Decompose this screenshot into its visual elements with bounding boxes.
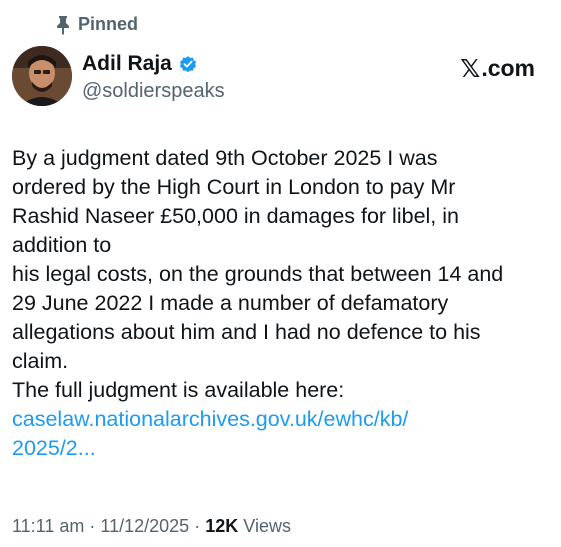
tweet-card: Pinned Adil Raja @soldierspeaks 𝕏 .com B…	[0, 0, 561, 547]
pinned-label: Pinned	[78, 14, 139, 34]
meta-separator: ·	[194, 516, 201, 536]
avatar[interactable]	[12, 46, 72, 106]
body-line: addition to	[12, 233, 112, 257]
meta-separator: ·	[89, 516, 96, 536]
source-watermark: 𝕏 .com	[460, 54, 535, 83]
body-line: The full judgment is available here:	[12, 378, 345, 402]
judgment-link[interactable]: caselaw.nationalarchives.gov.uk/ewhc/kb/…	[12, 405, 552, 463]
body-line: 29 June 2022 I made a number of defamato…	[12, 291, 449, 315]
body-line: By a judgment dated 9th October 2025 I w…	[12, 146, 438, 170]
x-logo-icon: 𝕏	[460, 54, 481, 83]
pin-icon	[57, 15, 69, 35]
tweet-time[interactable]: 11:11 am	[12, 516, 84, 536]
views-label: Views	[243, 516, 291, 536]
tweet-date[interactable]: 11/12/2025	[100, 516, 189, 536]
body-line: allegations about him and I had no defen…	[12, 320, 481, 344]
source-label: .com	[481, 55, 535, 81]
author-block: Adil Raja @soldierspeaks	[82, 52, 225, 103]
body-line: his legal costs, on the grounds that bet…	[12, 262, 504, 286]
author-display-name[interactable]: Adil Raja	[82, 52, 172, 76]
link-line[interactable]: caselaw.nationalarchives.gov.uk/ewhc/kb/	[12, 405, 552, 434]
tweet-meta: 11:11 am · 11/12/2025 · 12K Views	[12, 516, 291, 537]
verified-badge-icon[interactable]	[178, 54, 198, 74]
body-line: Rashid Naseer £50,000 in damages for lib…	[12, 204, 459, 228]
body-line: claim.	[12, 349, 69, 373]
pinned-indicator: Pinned	[56, 14, 138, 35]
body-line: ordered by the High Court in London to p…	[12, 175, 456, 199]
avatar-image	[12, 46, 72, 106]
author-handle[interactable]: @soldierspeaks	[82, 80, 225, 103]
views-count: 12K	[205, 516, 239, 536]
link-line[interactable]: 2025/2...	[12, 434, 552, 463]
tweet-body: By a judgment dated 9th October 2025 I w…	[12, 144, 552, 463]
